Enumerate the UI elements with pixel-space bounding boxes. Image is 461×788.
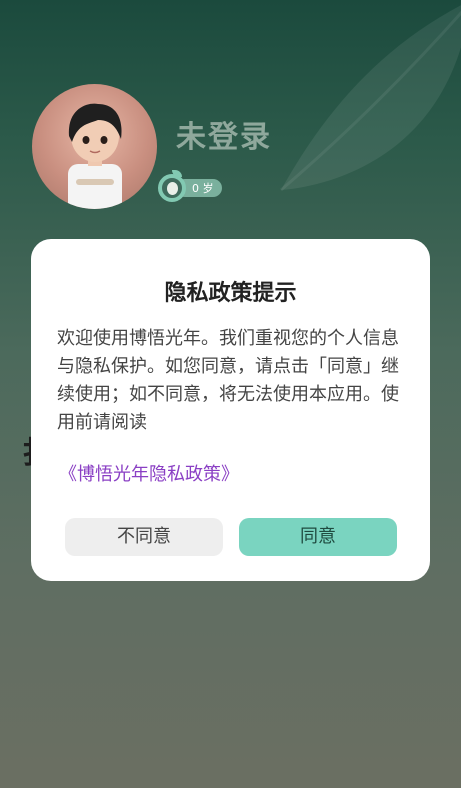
privacy-policy-link[interactable]: 《博悟光年隐私政策》 [59, 460, 239, 486]
growth-ring-icon [158, 174, 186, 202]
agree-button[interactable]: 同意 [239, 518, 397, 556]
disagree-button[interactable]: 不同意 [65, 518, 223, 556]
app-screen: 未登录 0 岁 扌 隐私政策提示 欢迎使用博悟光年。我们重视您的个人信息与隐私保… [0, 0, 461, 788]
leaf-decoration-icon [280, 5, 461, 192]
privacy-dialog: 隐私政策提示 欢迎使用博悟光年。我们重视您的个人信息与隐私保护。如您同意，请点击… [31, 239, 430, 581]
username-label[interactable]: 未登录 [176, 112, 272, 156]
avatar[interactable] [32, 84, 157, 209]
dialog-title: 隐私政策提示 [164, 281, 297, 306]
dialog-body-text: 欢迎使用博悟光年。我们重视您的个人信息与隐私保护。如您同意，请点击「同意」继续使… [57, 328, 399, 433]
age-text: 0 岁 [192, 182, 214, 195]
child-avatar-icon [68, 103, 122, 209]
age-badge: 0 岁 [158, 170, 224, 204]
